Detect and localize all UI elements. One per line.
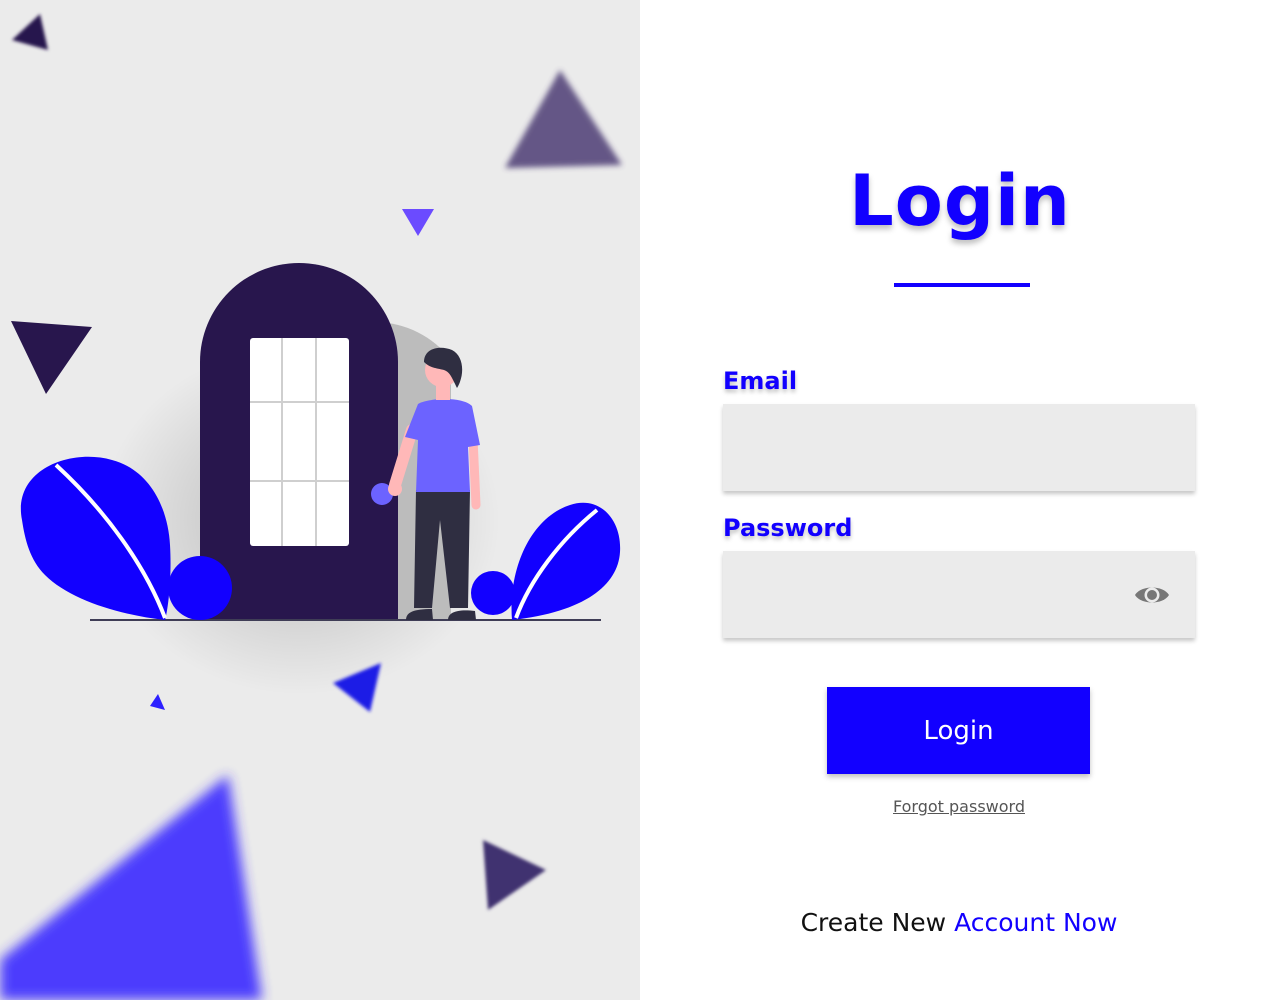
door-window — [250, 338, 349, 546]
page-title: Login — [849, 160, 1071, 242]
illustration-panel — [0, 0, 640, 1000]
password-label: Password — [723, 514, 853, 542]
triangle-decoration — [505, 70, 622, 168]
triangle-decoration — [402, 209, 434, 236]
eye-icon[interactable] — [1134, 581, 1170, 609]
create-account-prefix: Create New — [800, 908, 947, 937]
forgot-password-link[interactable]: Forgot password — [640, 797, 1278, 816]
create-account-row: Create New Account Now — [640, 908, 1278, 937]
triangle-decoration — [12, 14, 48, 50]
person-at-door-illustration — [0, 14, 622, 1000]
title-underline — [894, 283, 1030, 287]
create-account-link[interactable]: Account Now — [954, 908, 1117, 937]
password-field[interactable] — [723, 551, 1195, 638]
triangle-decoration — [483, 840, 546, 910]
forgot-password-label[interactable]: Forgot password — [893, 797, 1025, 816]
login-button[interactable]: Login — [827, 687, 1090, 774]
email-field[interactable] — [723, 404, 1195, 491]
triangle-decoration — [150, 694, 165, 710]
login-panel: Login Email Password Login Forgot passwo… — [640, 0, 1280, 1000]
triangle-decoration — [11, 321, 92, 394]
email-label: Email — [723, 367, 798, 395]
triangle-decoration — [0, 775, 262, 1000]
